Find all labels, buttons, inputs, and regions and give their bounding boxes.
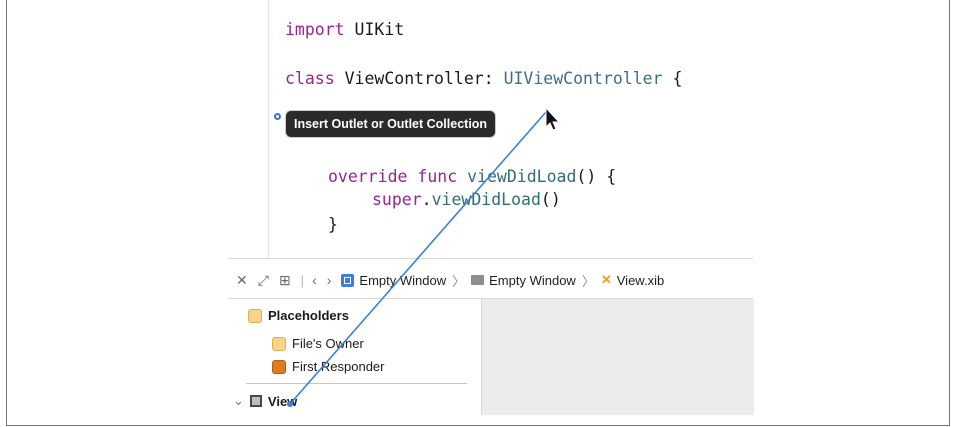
connection-line <box>289 111 547 405</box>
connection-drag-overlay <box>287 106 561 407</box>
connection-start-dot <box>287 401 293 407</box>
mouse-pointer-icon <box>545 106 561 131</box>
